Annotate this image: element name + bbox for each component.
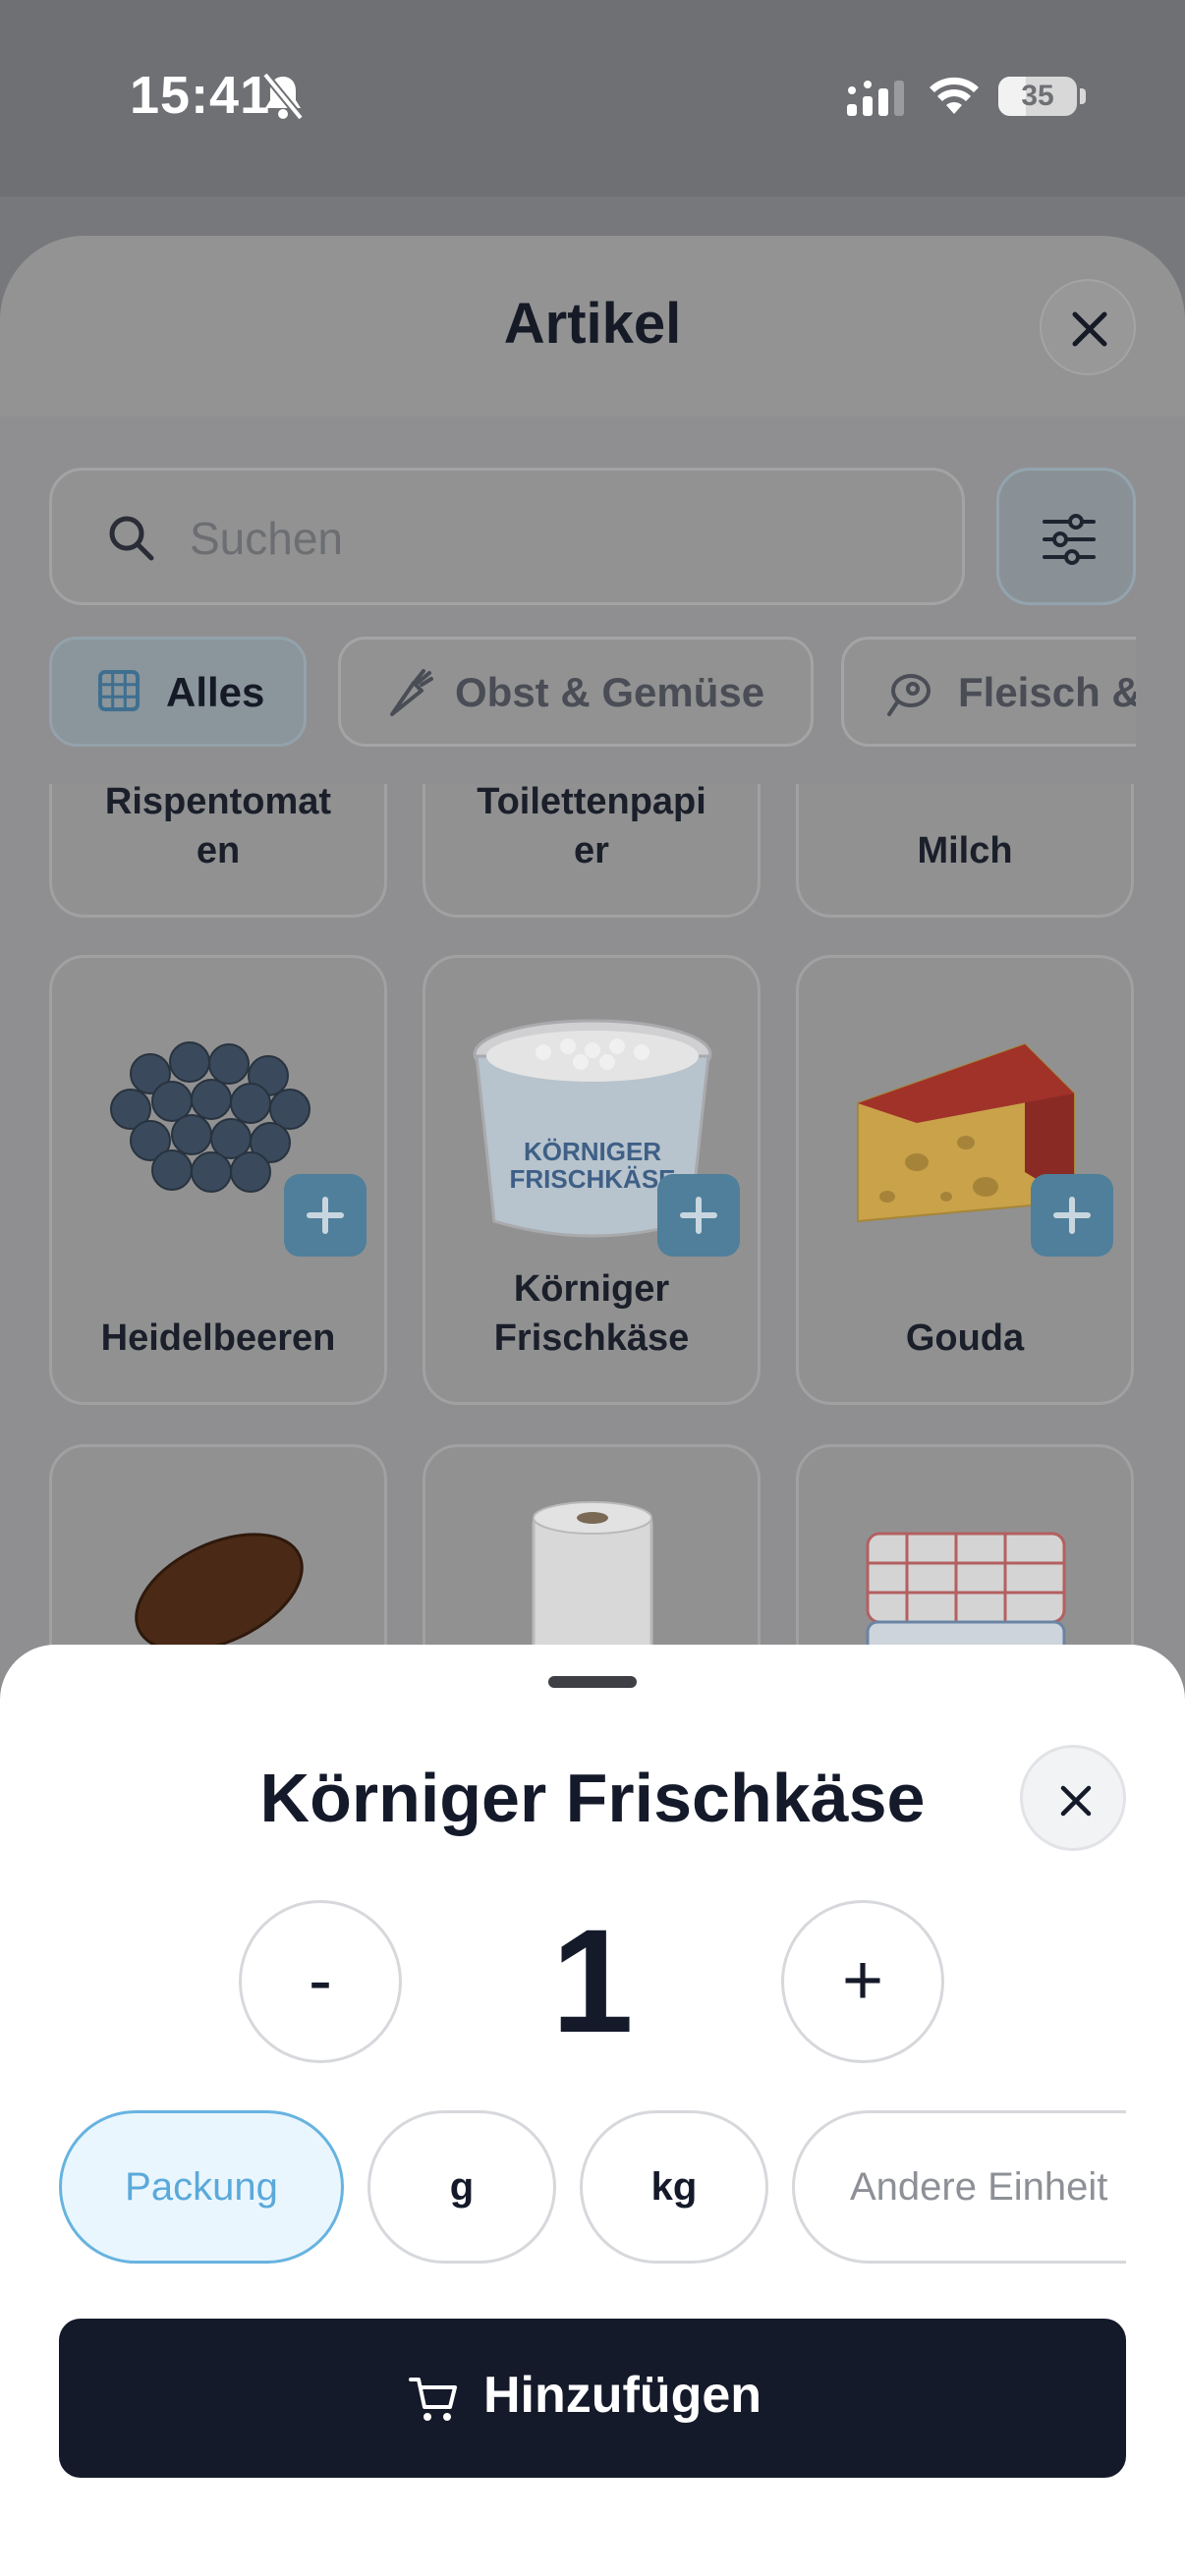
grid-icon [98,670,140,711]
close-icon [1072,311,1107,347]
search-input[interactable]: Suchen [49,468,965,605]
add-item-button[interactable] [1031,1174,1113,1257]
sheet-close-button[interactable] [1040,279,1136,375]
sliders-icon [1043,514,1096,565]
category-chip-obst-gemuese[interactable]: Obst & Gemüse [338,637,814,747]
unit-option-g[interactable]: g [367,2110,556,2264]
cart-icon [409,2378,457,2421]
close-icon [1060,1785,1092,1817]
unit-option-other[interactable]: Andere Einheit [792,2110,1126,2264]
cellular-signal-icon [847,81,904,116]
product-card[interactable]: Toilettenpapi er [423,784,761,918]
product-card-koerniger-frischkaese[interactable]: KÖRNIGER FRISCHKÄSE Körniger Frischkäse [423,955,761,1405]
status-bar: 15:41 35 [0,0,1185,196]
category-label: Obst & Gemüse [455,669,765,715]
product-name: Rispentomat en [104,784,332,871]
product-card[interactable]: Rispentomat en [49,784,387,918]
unit-selector: Packung g kg Andere Einheit [59,2110,1126,2268]
svg-text:FRISCHKÄSE: FRISCHKÄSE [509,1164,675,1194]
product-name: Milch [917,830,1013,871]
battery-indicator: 35 [998,77,1077,116]
product-name: Gouda [905,1317,1025,1359]
category-label: Alles [166,669,265,715]
battery-level: 35 [1021,80,1054,112]
product-grid: Rispentomat en Toilettenpapi er Milch He… [0,784,1185,1645]
decrease-quantity-button[interactable]: - [239,1900,402,2063]
wifi-icon [930,77,979,114]
product-card-paper-towel[interactable] [423,1444,761,1645]
product-name: Toilettenpapi er [477,784,706,871]
bell-slash-icon [261,73,305,120]
sheet-header: Artikel [0,236,1185,417]
carrot-icon [390,669,433,716]
add-item-button[interactable] [657,1174,740,1257]
unit-option-packung[interactable]: Packung [59,2110,344,2264]
dish-towels-image [866,1532,1066,1645]
increase-quantity-button[interactable]: + [781,1900,944,2063]
unit-option-kg[interactable]: kg [580,2110,768,2264]
product-card[interactable]: Milch [796,784,1134,918]
add-button-label: Hinzufügen [483,2367,762,2424]
battery-cap [1080,88,1086,104]
dates-image [135,1533,304,1645]
product-name: Körniger Frischkäse [493,1268,690,1359]
sheet-grabber[interactable] [548,1676,637,1688]
sheet-title: Artikel [503,292,682,356]
plus-icon [680,1197,717,1234]
add-to-cart-button[interactable]: Hinzufügen [59,2319,1126,2478]
plus-icon [1053,1197,1091,1234]
modal-title: Körniger Frischkäse [259,1760,926,1836]
search-icon [109,516,154,561]
product-card-dish-towels[interactable] [796,1444,1134,1645]
modal-close-button[interactable] [1020,1745,1126,1851]
category-chips: Alles Obst & Gemüse Fleisch & [49,637,1136,749]
quantity-value: 1 [551,1898,634,2063]
svg-text:KÖRNIGER: KÖRNIGER [524,1137,661,1166]
category-chip-alles[interactable]: Alles [49,637,307,747]
plus-icon [307,1197,344,1234]
meat-icon [887,674,931,716]
quantity-modal: Körniger Frischkäse - 1 + Packung g kg A… [0,1645,1185,2576]
paper-towel-image [532,1501,653,1645]
product-card-heidelbeeren[interactable]: Heidelbeeren [49,955,387,1405]
add-item-button[interactable] [284,1174,367,1257]
filter-button[interactable] [996,468,1136,605]
category-label: Fleisch & [958,669,1136,715]
product-name: Heidelbeeren [100,1317,336,1359]
category-chip-fleisch[interactable]: Fleisch & [841,637,1136,747]
status-time: 15:41 [130,66,271,125]
search-placeholder: Suchen [190,513,344,564]
product-card-dates[interactable] [49,1444,387,1645]
product-card-gouda[interactable]: Gouda [796,955,1134,1405]
